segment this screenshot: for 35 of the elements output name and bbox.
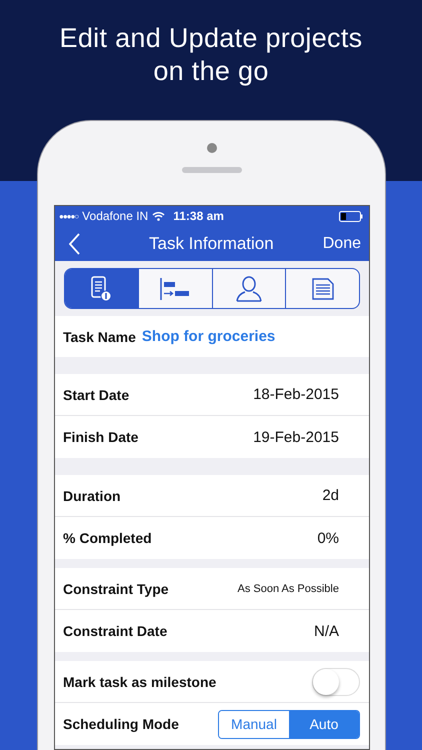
field-label: Start Date bbox=[63, 386, 130, 402]
battery-icon bbox=[339, 210, 363, 222]
speaker-slot bbox=[182, 167, 242, 173]
signal-dots: ●●●●○ bbox=[59, 212, 78, 220]
document-icon bbox=[310, 276, 335, 300]
task-name-value: Shop for groceries bbox=[142, 328, 276, 345]
gantt-chart-icon bbox=[159, 276, 192, 300]
field-value: 19-Feb-2015 bbox=[253, 428, 339, 446]
field-label: Scheduling Mode bbox=[63, 716, 179, 732]
field-label: Finish Date bbox=[63, 429, 138, 445]
person-icon bbox=[234, 276, 263, 302]
field-label: Duration bbox=[63, 488, 121, 504]
field-value: 18-Feb-2015 bbox=[253, 386, 339, 403]
headline: on the go bbox=[153, 55, 269, 88]
tab[interactable] bbox=[65, 269, 138, 308]
done-button[interactable]: Done bbox=[322, 234, 361, 252]
field-value: As Soon As Possible bbox=[237, 582, 339, 594]
headline: Edit and Update projects bbox=[60, 22, 362, 55]
toggle-switch[interactable] bbox=[312, 668, 360, 696]
screen-title: Task Information bbox=[148, 234, 275, 254]
wifi-icon bbox=[152, 211, 166, 221]
field-value: 0% bbox=[317, 530, 339, 546]
clock-time: 11:38 am bbox=[173, 209, 224, 223]
field-value: 2d bbox=[322, 487, 339, 504]
carrier-name: Vodafone IN bbox=[82, 209, 148, 223]
field-value: N/A bbox=[314, 622, 339, 640]
field-label: % Completed bbox=[63, 530, 152, 546]
field-label: Task Name bbox=[63, 328, 136, 344]
segment-option[interactable]: Auto bbox=[289, 710, 359, 738]
back-icon[interactable] bbox=[69, 232, 80, 254]
field-label: Constraint Date bbox=[63, 623, 168, 639]
camera bbox=[207, 143, 217, 153]
field-label: Mark task as milestone bbox=[63, 674, 216, 690]
document-info-icon bbox=[90, 276, 112, 302]
field-label: Constraint Type bbox=[63, 580, 169, 596]
